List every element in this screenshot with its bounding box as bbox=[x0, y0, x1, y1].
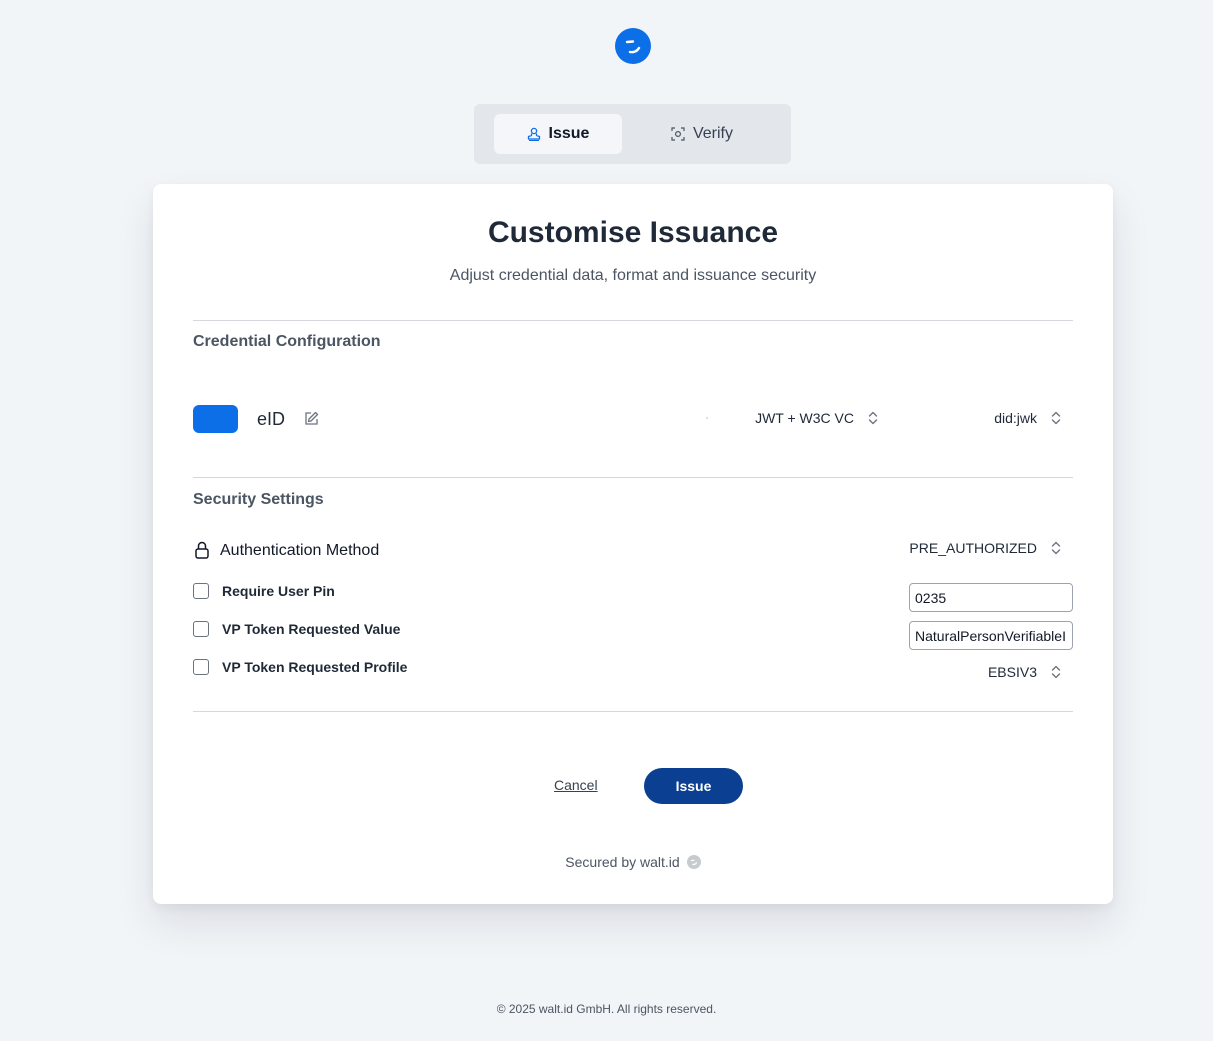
vp-token-value-row: VP Token Requested Value bbox=[193, 621, 400, 637]
require-user-pin-row: Require User Pin bbox=[193, 583, 335, 599]
require-user-pin-label: Require User Pin bbox=[222, 583, 335, 599]
issue-button[interactable]: Issue bbox=[644, 768, 743, 804]
tab-verify-label: Verify bbox=[692, 125, 733, 142]
cancel-button[interactable]: Cancel bbox=[554, 777, 598, 793]
page-title: Customise Issuance bbox=[487, 216, 779, 249]
issuance-card: Customise Issuance Adjust credential dat… bbox=[153, 184, 1113, 904]
stamp-icon bbox=[527, 127, 540, 141]
secured-by-text: Secured by walt.id bbox=[565, 854, 680, 870]
divider bbox=[193, 477, 1073, 478]
divider bbox=[193, 711, 1073, 712]
security-settings-heading: Security Settings bbox=[193, 491, 324, 508]
walt-id-logo-icon bbox=[615, 28, 651, 64]
vp-token-profile-checkbox[interactable] bbox=[193, 659, 209, 675]
chevron-up-down-icon bbox=[1051, 410, 1061, 426]
user-pin-input[interactable] bbox=[909, 583, 1073, 612]
lock-icon bbox=[195, 541, 209, 564]
walt-id-mini-logo-icon bbox=[686, 855, 701, 869]
scan-icon bbox=[671, 127, 685, 141]
auth-method-value: PRE_AUTHORIZED bbox=[909, 540, 1037, 556]
tab-verify[interactable]: Verify bbox=[634, 114, 770, 154]
mode-switcher: Issue Verify bbox=[474, 104, 791, 164]
auth-method-label: Authentication Method bbox=[220, 542, 380, 559]
vp-token-value-checkbox[interactable] bbox=[193, 621, 209, 637]
format-select[interactable]: JWT + W3C VC bbox=[733, 410, 878, 426]
format-select-value: JWT + W3C VC bbox=[755, 410, 854, 426]
did-method-select[interactable]: did:jwk bbox=[953, 410, 1061, 426]
require-user-pin-checkbox[interactable] bbox=[193, 583, 209, 599]
credential-card-thumbnail bbox=[193, 405, 238, 433]
separator-dot bbox=[706, 417, 708, 419]
edit-icon[interactable] bbox=[304, 411, 319, 431]
credential-name: eID bbox=[257, 409, 286, 429]
page-subtitle: Adjust credential data, format and issua… bbox=[449, 267, 817, 284]
divider bbox=[193, 320, 1073, 321]
vp-token-profile-select[interactable]: EBSIV3 bbox=[933, 664, 1061, 680]
credential-config-heading: Credential Configuration bbox=[193, 333, 381, 350]
tab-issue-label: Issue bbox=[548, 125, 590, 142]
vp-token-profile-value: EBSIV3 bbox=[987, 664, 1037, 680]
vp-token-value-input[interactable] bbox=[909, 621, 1073, 650]
vp-token-profile-label: VP Token Requested Profile bbox=[222, 659, 408, 675]
auth-method-select[interactable]: PRE_AUTHORIZED bbox=[893, 540, 1061, 556]
chevron-up-down-icon bbox=[868, 410, 878, 426]
secured-by: Secured by walt.id bbox=[153, 854, 1113, 870]
chevron-up-down-icon bbox=[1051, 540, 1061, 556]
tab-issue[interactable]: Issue bbox=[494, 114, 622, 154]
footer-copyright: © 2025 walt.id GmbH. All rights reserved… bbox=[496, 1002, 717, 1016]
chevron-up-down-icon bbox=[1051, 664, 1061, 680]
vp-token-profile-row: VP Token Requested Profile bbox=[193, 659, 407, 675]
did-method-value: did:jwk bbox=[994, 410, 1037, 426]
vp-token-value-label: VP Token Requested Value bbox=[222, 621, 401, 637]
